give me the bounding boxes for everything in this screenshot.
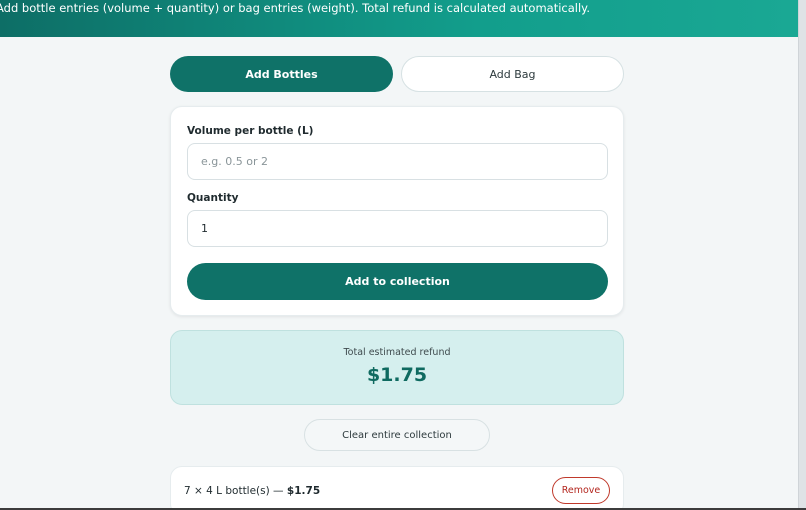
quantity-label: Quantity <box>187 192 239 204</box>
instructions-text: Add bottle entries (volume + quantity) o… <box>0 1 590 15</box>
entry-description: 7 × 4 L bottle(s) — $1.75 <box>184 485 320 497</box>
list-item: 7 × 4 L bottle(s) — $1.75 Remove <box>170 466 624 510</box>
scrollbar[interactable] <box>798 0 806 510</box>
instructions-banner: Add bottle entries (volume + quantity) o… <box>0 0 798 37</box>
volume-input[interactable] <box>187 143 608 180</box>
tab-add-bottles-label: Add Bottles <box>245 67 318 81</box>
tab-add-bag-label: Add Bag <box>489 67 536 81</box>
tab-add-bottles[interactable]: Add Bottles <box>170 56 393 92</box>
clear-collection-button[interactable]: Clear entire collection <box>304 419 490 451</box>
remove-entry-button[interactable]: Remove <box>552 477 610 504</box>
volume-label: Volume per bottle (L) <box>187 125 314 137</box>
quantity-input[interactable] <box>187 210 608 247</box>
entry-amount: $1.75 <box>286 485 321 497</box>
refund-label: Total estimated refund <box>343 347 451 358</box>
add-to-collection-button[interactable]: Add to collection <box>187 263 608 300</box>
tab-add-bag[interactable]: Add Bag <box>401 56 624 92</box>
refund-summary: Total estimated refund $1.75 <box>170 330 624 405</box>
bottle-entry-form: Volume per bottle (L) Quantity Add to co… <box>170 106 624 316</box>
entry-text: 7 × 4 L bottle(s) — <box>184 485 287 497</box>
refund-total: $1.75 <box>366 364 428 386</box>
